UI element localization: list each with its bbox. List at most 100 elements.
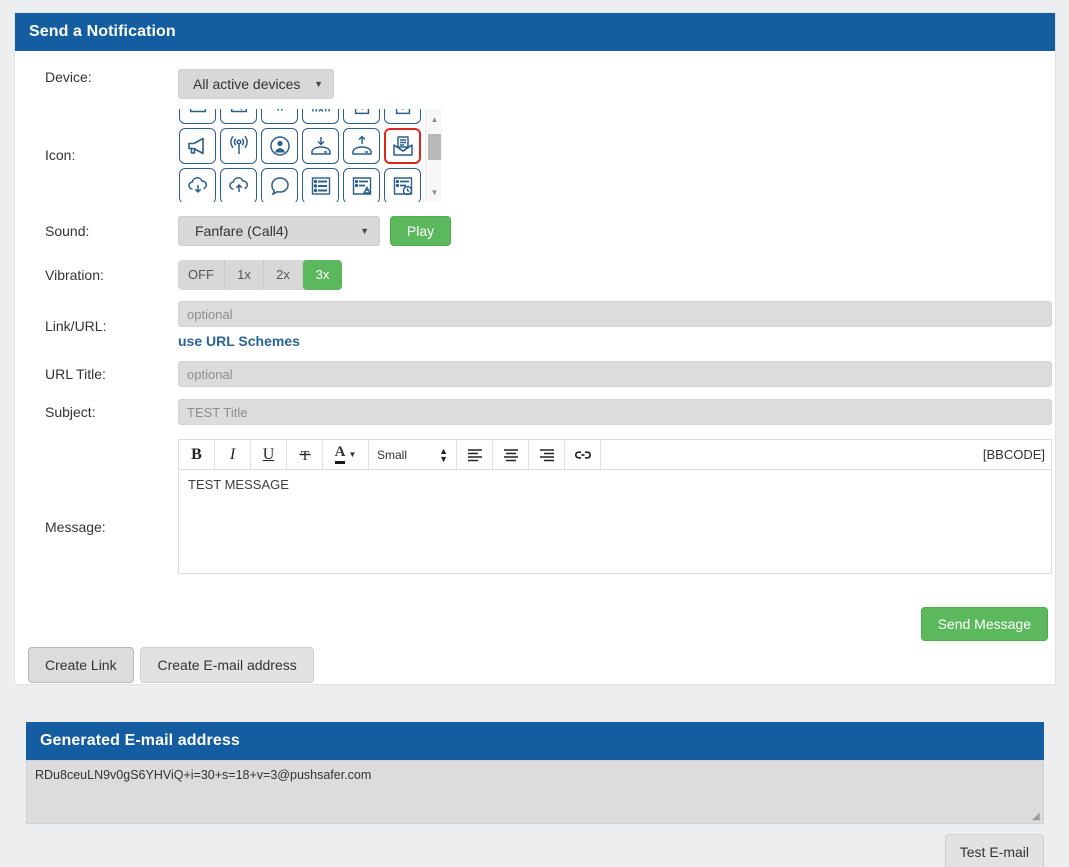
- svg-text:T: T: [300, 449, 309, 463]
- subject-label: Subject:: [45, 404, 96, 420]
- test-email-wrap: Test E-mail: [26, 834, 1044, 867]
- row-subject: Subject:: [15, 399, 1055, 425]
- bold-button[interactable]: B: [179, 440, 215, 469]
- row-url-title: URL Title:: [15, 361, 1055, 387]
- create-email-address-button[interactable]: Create E-mail address: [140, 647, 314, 683]
- underline-button[interactable]: U: [251, 440, 287, 469]
- sound-select[interactable]: Fanfare (Call4) ▼: [178, 216, 380, 246]
- strikethrough-icon: T: [299, 449, 310, 463]
- row-link-url: Link/URL: use URL Schemes: [15, 301, 1055, 349]
- vibration-label: Vibration:: [45, 267, 104, 283]
- icon-drive-upload-icon[interactable]: [343, 128, 380, 164]
- message-control: B I U T A ▼ Small ▲ ▼ [BBCODE] TEST MESS…: [178, 439, 1055, 574]
- align-center-button[interactable]: [493, 440, 529, 469]
- link-url-label: Link/URL:: [45, 318, 107, 334]
- message-editor: B I U T A ▼ Small ▲ ▼ [BBCODE] TEST MESS…: [178, 439, 1052, 574]
- icon-mail-document-icon[interactable]: [384, 128, 421, 164]
- icon-label: Icon:: [45, 147, 76, 163]
- generated-email-title: Generated E-mail address: [26, 722, 1044, 760]
- subject-input[interactable]: [178, 399, 1052, 425]
- icon-server-list-icon[interactable]: [302, 168, 339, 202]
- scroll-down-icon[interactable]: ▼: [426, 184, 442, 200]
- vibration-option-off[interactable]: OFF: [178, 260, 225, 290]
- align-left-icon: [467, 448, 482, 461]
- use-url-schemes-link[interactable]: use URL Schemes: [178, 333, 300, 349]
- icon-antenna-signal-icon[interactable]: [220, 128, 257, 164]
- icon-drive-download-icon[interactable]: [302, 128, 339, 164]
- italic-button[interactable]: I: [215, 440, 251, 469]
- align-left-button[interactable]: [457, 440, 493, 469]
- message-label: Message:: [45, 519, 106, 535]
- test-email-button[interactable]: Test E-mail: [944, 834, 1044, 867]
- font-color-letter: A: [334, 445, 346, 464]
- vibration-option-2x[interactable]: 2x: [264, 260, 303, 290]
- device-select-value: All active devices: [193, 76, 301, 92]
- icon-grid: [178, 109, 424, 202]
- strikethrough-button[interactable]: T: [287, 440, 323, 469]
- icon-megaphone-icon[interactable]: [179, 128, 216, 164]
- bbcode-indicator: [BBCODE]: [982, 447, 1045, 462]
- bottom-button-group: Create Link Create E-mail address: [28, 647, 314, 683]
- icon-book-down-icon[interactable]: [179, 109, 216, 124]
- icon-user-circle-icon[interactable]: [261, 128, 298, 164]
- row-device: Device: All active devices ▼: [15, 69, 1055, 99]
- icon-box-up-icon[interactable]: [343, 109, 380, 124]
- link-url-input[interactable]: [178, 301, 1052, 327]
- vibration-option-1x[interactable]: 1x: [225, 260, 264, 290]
- row-vibration: Vibration: OFF 1x 2x 3x: [15, 260, 1055, 290]
- panel-title: Send a Notification: [15, 13, 1055, 51]
- subject-control: [178, 399, 1055, 425]
- play-sound-button[interactable]: Play: [389, 216, 452, 246]
- generated-email-textarea[interactable]: [26, 760, 1044, 824]
- message-textarea[interactable]: TEST MESSAGE: [179, 470, 1051, 573]
- icon-radar-icon[interactable]: [302, 109, 339, 124]
- url-title-control: [178, 361, 1055, 387]
- font-size-value: Small: [377, 447, 408, 462]
- icon-picker-scrollbar[interactable]: ▲ ▼: [425, 109, 442, 202]
- device-select[interactable]: All active devices ▼: [178, 69, 334, 99]
- row-message: Message: B I U T A ▼ Small ▲ ▼ [BBCODE] …: [15, 439, 1055, 574]
- scrollbar-thumb[interactable]: [428, 134, 441, 160]
- url-title-label: URL Title:: [45, 366, 106, 382]
- page-root: Send a Notification Device: All active d…: [0, 0, 1069, 867]
- link-icon: [574, 450, 591, 459]
- create-link-button[interactable]: Create Link: [28, 647, 134, 683]
- icon-cloud-download-icon[interactable]: [179, 168, 216, 202]
- vibration-control: OFF 1x 2x 3x: [178, 260, 1055, 290]
- chevron-down-icon: ▼: [360, 226, 369, 236]
- icon-box-up-2-icon[interactable]: [384, 109, 421, 124]
- row-icon: Icon: ▲ ▼: [15, 109, 1055, 202]
- send-notification-panel: Send a Notification Device: All active d…: [14, 12, 1056, 685]
- align-right-button[interactable]: [529, 440, 565, 469]
- icon-server-warning-icon[interactable]: [343, 168, 380, 202]
- scroll-up-icon[interactable]: ▲: [426, 111, 442, 127]
- generated-email-panel: Generated E-mail address ◢ Test E-mail: [26, 722, 1044, 867]
- vibration-group: OFF 1x 2x 3x: [178, 260, 342, 290]
- font-size-select[interactable]: Small ▲ ▼: [369, 440, 457, 469]
- spinner-icon: ▲ ▼: [439, 445, 448, 464]
- send-message-wrap: Send Message: [920, 607, 1048, 641]
- vibration-option-3x[interactable]: 3x: [303, 260, 342, 290]
- icon-funnel-icon[interactable]: [261, 109, 298, 124]
- icon-cloud-upload-icon[interactable]: [220, 168, 257, 202]
- icon-picker[interactable]: ▲ ▼: [178, 109, 442, 202]
- icon-tray-in-icon[interactable]: [220, 109, 257, 124]
- link-url-control: use URL Schemes: [178, 301, 1055, 349]
- url-title-input[interactable]: [178, 361, 1052, 387]
- align-right-icon: [539, 448, 554, 461]
- chevron-down-icon: ▼: [314, 79, 323, 89]
- icon-speech-bubble-icon[interactable]: [261, 168, 298, 202]
- icon-control: ▲ ▼: [178, 109, 1055, 202]
- sound-select-value: Fanfare (Call4): [195, 223, 289, 239]
- send-message-button[interactable]: Send Message: [920, 607, 1048, 641]
- icon-server-clock-icon[interactable]: [384, 168, 421, 202]
- device-control: All active devices ▼: [178, 69, 1055, 99]
- align-center-icon: [503, 448, 518, 461]
- insert-link-button[interactable]: [565, 440, 601, 469]
- chevron-down-icon: ▼: [348, 450, 357, 459]
- sound-label: Sound:: [45, 223, 90, 239]
- generated-email-body: ◢: [26, 760, 1044, 824]
- row-sound: Sound: Fanfare (Call4) ▼ Play: [15, 216, 1055, 246]
- font-color-button[interactable]: A ▼: [323, 440, 369, 469]
- device-label: Device:: [45, 69, 92, 85]
